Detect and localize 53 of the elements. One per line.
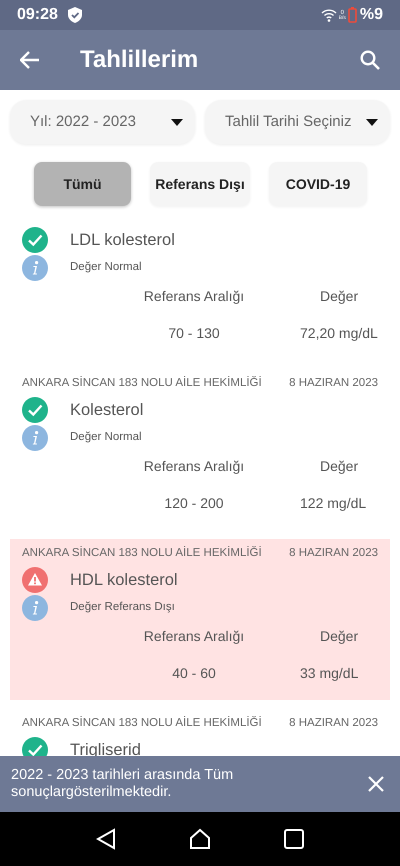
result-value: 33 mg/dL	[300, 664, 358, 683]
battery-level: %9	[360, 5, 383, 25]
dropdown-label: Yıl: 2022 - 2023	[30, 112, 136, 132]
clinic-name: ANKARA SİNCAN 183 NOLU AİLE HEKİMLİĞİ	[22, 375, 262, 392]
clinic-name: ANKARA SİNCAN 183 NOLU AİLE HEKİMLİĞİ	[22, 715, 262, 732]
column-label: Referans Aralığı	[144, 286, 244, 306]
info-icon	[22, 594, 48, 620]
result-status-note: Değer Normal	[70, 430, 142, 445]
wifi-icon	[320, 8, 337, 22]
caret-icon	[366, 118, 378, 126]
clinic-name: ANKARA SİNCAN 183 NOLU AİLE HEKİMLİĞİ	[22, 545, 262, 562]
check-circle-icon	[22, 397, 48, 423]
check-circle-icon	[22, 227, 48, 253]
info-icon	[22, 424, 48, 450]
home-icon[interactable]	[188, 828, 211, 850]
result-date: 8 HAZIRAN 2023	[289, 546, 378, 562]
column-label: Değer	[320, 456, 358, 476]
back-arrow-icon[interactable]	[20, 51, 40, 69]
screen-title: Tahlillerim	[80, 45, 198, 75]
shield-icon	[68, 7, 82, 23]
battery-icon	[348, 7, 357, 23]
test-name: Trigliserid	[70, 740, 141, 761]
filter-chip[interactable]: Tümü	[34, 162, 131, 206]
search-icon[interactable]	[360, 50, 380, 70]
warning-circle-icon	[22, 567, 48, 593]
result-status-note: Değer Referans Dışı	[70, 600, 175, 615]
reference-range: 120 - 200	[164, 494, 224, 512]
column-label: Değer	[320, 626, 358, 646]
result-date: 8 HAZIRAN 2023	[289, 716, 378, 732]
dropdown[interactable]: Tahlil Tarihi Seçiniz	[205, 100, 390, 144]
reference-range: 40 - 60	[172, 664, 216, 682]
test-name: Kolesterol	[70, 400, 144, 421]
caret-icon	[171, 118, 183, 126]
result-date: 8 HAZIRAN 2023	[289, 376, 378, 392]
dropdown-label: Tahlil Tarihi Seçiniz	[225, 112, 352, 132]
result-value: 122 mg/dL	[300, 494, 366, 513]
square-icon[interactable]	[284, 829, 304, 849]
column-label: Referans Aralığı	[144, 456, 244, 476]
dropdown[interactable]: Yıl: 2022 - 2023	[10, 100, 195, 144]
info-icon	[22, 254, 48, 280]
test-name: HDL kolesterol	[70, 570, 178, 591]
reference-range: 70 - 130	[168, 324, 220, 342]
filter-chip[interactable]: COVID-19	[269, 162, 367, 206]
test-name: LDL kolesterol	[70, 230, 175, 251]
result-status-note: Değer Normal	[70, 260, 142, 275]
filter-chip[interactable]: Referans Dışı	[150, 162, 250, 206]
back-triangle-icon[interactable]	[96, 828, 116, 850]
close-icon[interactable]	[368, 776, 384, 792]
column-label: Değer	[320, 286, 358, 306]
snackbar-message: 2022 - 2023 tarihleri arasında Tüm sonuçlargösterilmektedir.	[11, 767, 234, 801]
result-value: 72,20 mg/dL	[300, 324, 378, 343]
column-label: Referans Aralığı	[144, 626, 244, 646]
status-time: 09:28	[17, 5, 58, 25]
